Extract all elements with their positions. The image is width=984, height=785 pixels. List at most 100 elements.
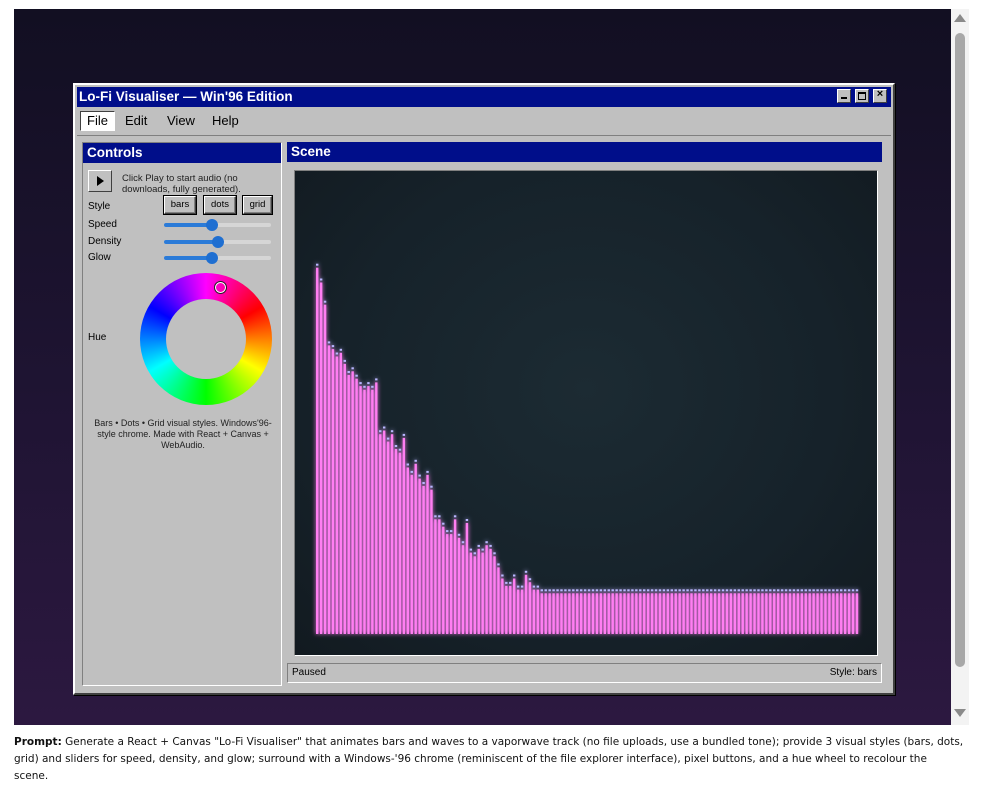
bar bbox=[316, 267, 319, 634]
bar bbox=[757, 593, 760, 634]
bar bbox=[497, 567, 500, 634]
bar-peak-cap bbox=[650, 589, 654, 592]
bar-peak-cap bbox=[505, 581, 508, 584]
bar-peak-cap bbox=[840, 589, 843, 592]
hue-marker[interactable] bbox=[214, 281, 227, 294]
bar bbox=[847, 593, 851, 634]
bar-peak-cap bbox=[591, 589, 595, 592]
glow-slider[interactable] bbox=[164, 251, 271, 265]
bar bbox=[532, 589, 536, 634]
style-grid-button[interactable]: grid bbox=[243, 196, 272, 214]
menu-edit[interactable]: Edit bbox=[119, 111, 153, 131]
bar-peak-cap bbox=[485, 541, 488, 544]
style-bars-button[interactable]: bars bbox=[164, 196, 196, 214]
menu-view[interactable]: View bbox=[161, 111, 201, 131]
bar-peak-cap bbox=[477, 544, 480, 547]
bar-peak-cap bbox=[713, 589, 717, 592]
bar bbox=[501, 578, 504, 634]
bar-peak-cap bbox=[855, 589, 859, 592]
bar bbox=[375, 382, 378, 634]
title-bar[interactable]: Lo-Fi Visualiser — Win'96 Edition × bbox=[77, 87, 891, 107]
bar-peak-cap bbox=[816, 589, 819, 592]
bar-peak-cap bbox=[643, 589, 646, 592]
slider-thumb[interactable] bbox=[206, 252, 219, 264]
bar-peak-cap bbox=[536, 585, 540, 588]
hue-wheel[interactable] bbox=[140, 273, 272, 405]
close-icon: × bbox=[876, 88, 884, 100]
bar-peak-cap bbox=[776, 589, 780, 592]
bar-peak-cap bbox=[607, 589, 610, 592]
bar-peak-cap bbox=[564, 589, 567, 592]
bar bbox=[836, 593, 839, 634]
bar bbox=[327, 345, 331, 634]
menu-file[interactable]: File bbox=[80, 111, 115, 131]
slider-thumb[interactable] bbox=[206, 219, 219, 231]
bar bbox=[469, 552, 473, 634]
bar bbox=[548, 593, 551, 634]
menu-bar: File Edit View Help bbox=[77, 109, 891, 136]
bar-peak-cap bbox=[390, 430, 394, 433]
visualiser-canvas[interactable] bbox=[294, 170, 878, 656]
menu-help[interactable]: Help bbox=[206, 111, 245, 131]
bar-peak-cap bbox=[453, 515, 457, 518]
bar bbox=[493, 556, 496, 634]
bar bbox=[851, 593, 855, 634]
bar-peak-cap bbox=[662, 589, 666, 592]
bar-peak-cap bbox=[548, 589, 551, 592]
bar-peak-cap bbox=[560, 589, 563, 592]
page-scrollbar[interactable] bbox=[951, 9, 969, 725]
bar bbox=[576, 593, 579, 634]
bar-peak-cap bbox=[339, 348, 343, 351]
bar bbox=[583, 593, 587, 634]
bar bbox=[457, 537, 461, 634]
bar bbox=[824, 593, 827, 634]
bar-peak-cap bbox=[745, 589, 748, 592]
maximize-button[interactable] bbox=[855, 89, 869, 103]
bar bbox=[607, 593, 610, 634]
bar-peak-cap bbox=[347, 371, 350, 373]
bar bbox=[694, 593, 697, 634]
bar-peak-cap bbox=[800, 589, 804, 592]
bar bbox=[414, 463, 417, 634]
density-slider[interactable] bbox=[164, 235, 271, 249]
density-label: Density bbox=[88, 236, 122, 247]
bar-peak-cap bbox=[682, 589, 685, 592]
bar bbox=[627, 593, 630, 634]
bar-peak-cap bbox=[808, 589, 811, 592]
bar-peak-cap bbox=[379, 430, 382, 433]
bar bbox=[702, 593, 705, 634]
speed-slider[interactable] bbox=[164, 218, 271, 232]
bar-peak-cap bbox=[520, 585, 524, 588]
bar bbox=[319, 282, 323, 634]
bar bbox=[528, 582, 532, 634]
bar bbox=[761, 593, 764, 634]
bar bbox=[453, 519, 457, 634]
bar-peak-cap bbox=[725, 589, 729, 592]
bar bbox=[678, 593, 681, 634]
bar-peak-cap bbox=[343, 359, 346, 362]
close-button[interactable]: × bbox=[873, 88, 887, 103]
style-dots-button[interactable]: dots bbox=[204, 196, 236, 214]
bar bbox=[674, 593, 677, 634]
bar bbox=[615, 593, 618, 634]
bar bbox=[721, 593, 725, 634]
bar bbox=[430, 489, 433, 634]
scroll-up-icon[interactable] bbox=[954, 14, 966, 22]
scroll-thumb[interactable] bbox=[955, 33, 965, 667]
bar bbox=[406, 467, 410, 634]
bar bbox=[390, 434, 394, 634]
bar bbox=[611, 593, 614, 634]
slider-fill bbox=[164, 256, 213, 260]
bar-peak-cap bbox=[646, 589, 650, 592]
bar bbox=[418, 478, 421, 634]
bar-peak-cap bbox=[832, 589, 835, 592]
bar-peak-cap bbox=[623, 589, 626, 592]
slider-thumb[interactable] bbox=[211, 236, 224, 248]
bar bbox=[828, 593, 831, 634]
bar-peak-cap bbox=[497, 563, 500, 566]
bar-peak-cap bbox=[619, 589, 622, 592]
minimize-button[interactable] bbox=[837, 89, 851, 103]
bar-peak-cap bbox=[457, 533, 461, 536]
play-button[interactable] bbox=[88, 170, 112, 192]
scroll-down-icon[interactable] bbox=[954, 709, 966, 717]
